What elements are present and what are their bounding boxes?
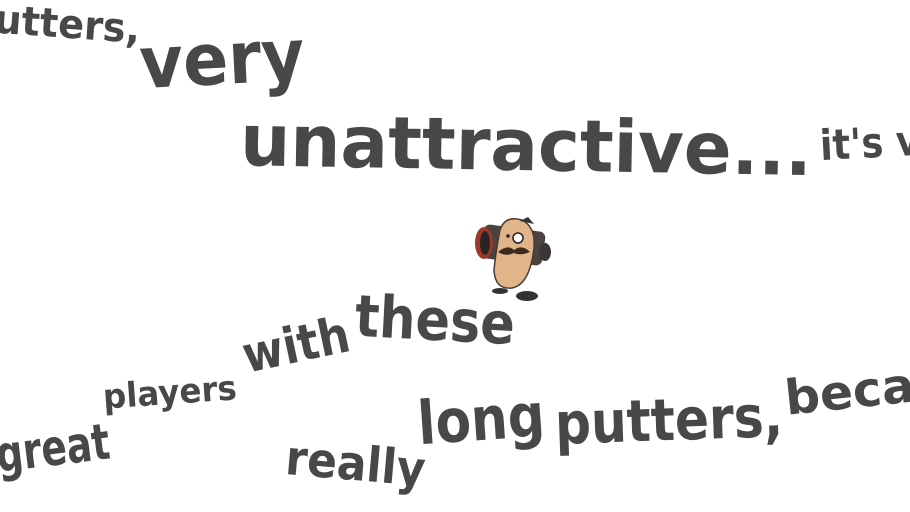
word-beca: beca bbox=[782, 357, 910, 426]
word-putters: putters, bbox=[554, 382, 784, 458]
word-utters: utters, bbox=[0, 0, 142, 53]
word-its: it's v bbox=[819, 116, 910, 170]
video-frame: utters, very unattractive... it's v with… bbox=[0, 0, 910, 512]
word-unattractive: unattractive... bbox=[239, 98, 812, 192]
word-long: long bbox=[415, 381, 547, 460]
word-with: with bbox=[237, 305, 355, 384]
kinetic-typography-canvas: utters, very unattractive... it's v with… bbox=[0, 0, 910, 498]
word-very: very bbox=[137, 13, 306, 106]
word-really: really bbox=[283, 430, 427, 498]
word-these: these bbox=[353, 282, 516, 358]
word-great: great bbox=[0, 413, 113, 484]
word-players: players bbox=[102, 368, 238, 417]
